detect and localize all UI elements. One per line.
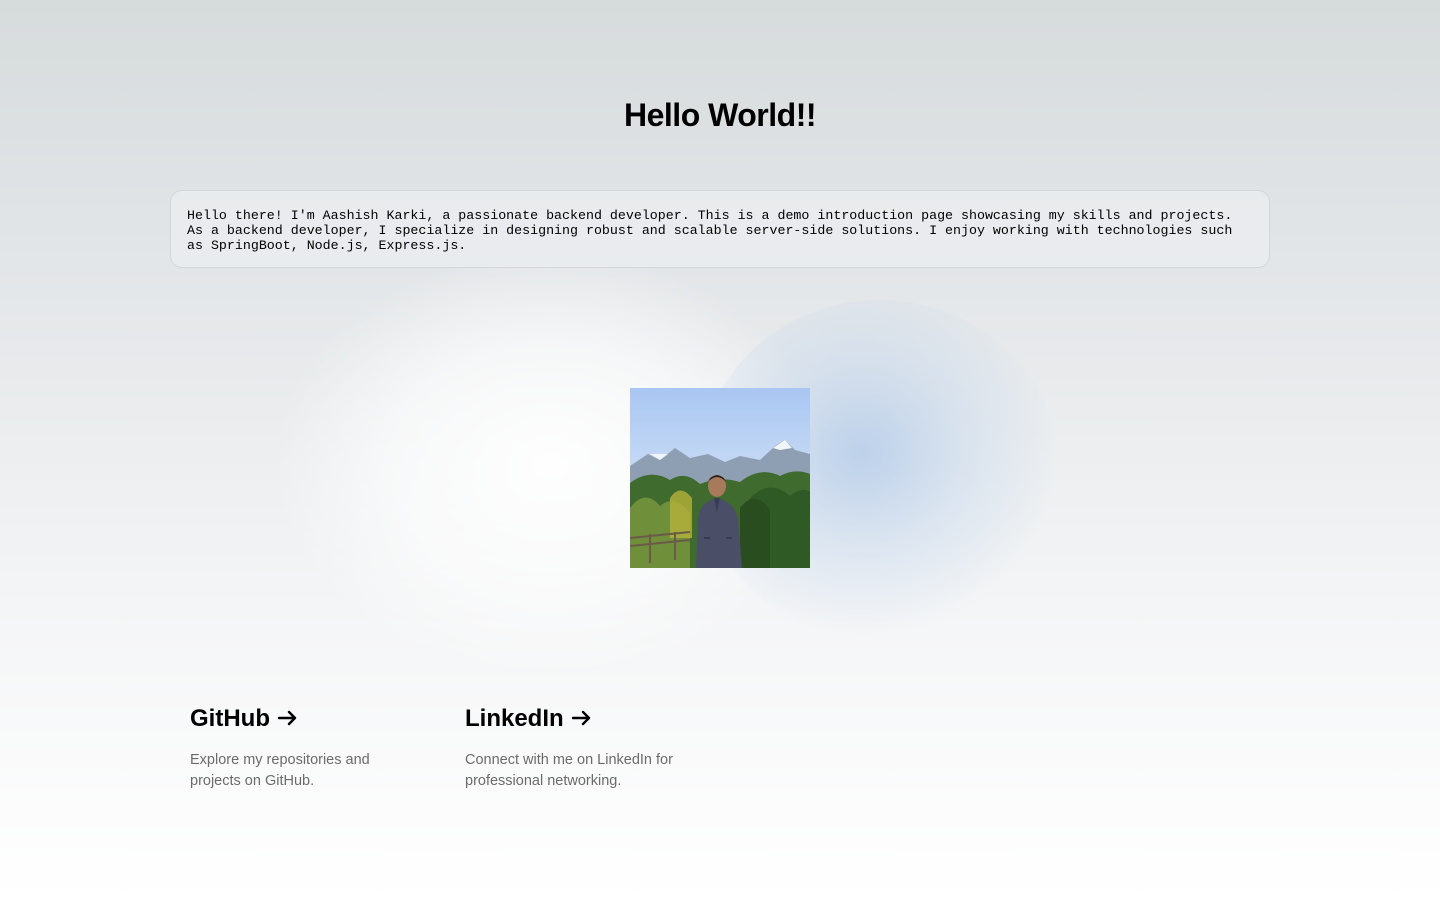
- page-title: Hello World!!: [624, 97, 817, 133]
- github-link-card[interactable]: GitHub Explore my repositories and proje…: [190, 700, 430, 792]
- github-card-title-text: GitHub: [190, 705, 270, 732]
- arrow-right-icon: [571, 708, 592, 730]
- profile-photo: [630, 388, 810, 568]
- linkedin-card-title-text: LinkedIn: [465, 705, 564, 732]
- linkedin-card-title: LinkedIn: [465, 700, 705, 738]
- arrow-right-icon: [277, 708, 298, 730]
- linkedin-card-description: Connect with me on LinkedIn for professi…: [465, 752, 673, 789]
- github-card-title: GitHub: [190, 700, 430, 738]
- intro-text-box: Hello there! I'm Aashish Karki, a passio…: [170, 190, 1270, 268]
- github-card-description: Explore my repositories and projects on …: [190, 752, 370, 789]
- linkedin-link-card[interactable]: LinkedIn Connect with me on LinkedIn for…: [465, 700, 705, 792]
